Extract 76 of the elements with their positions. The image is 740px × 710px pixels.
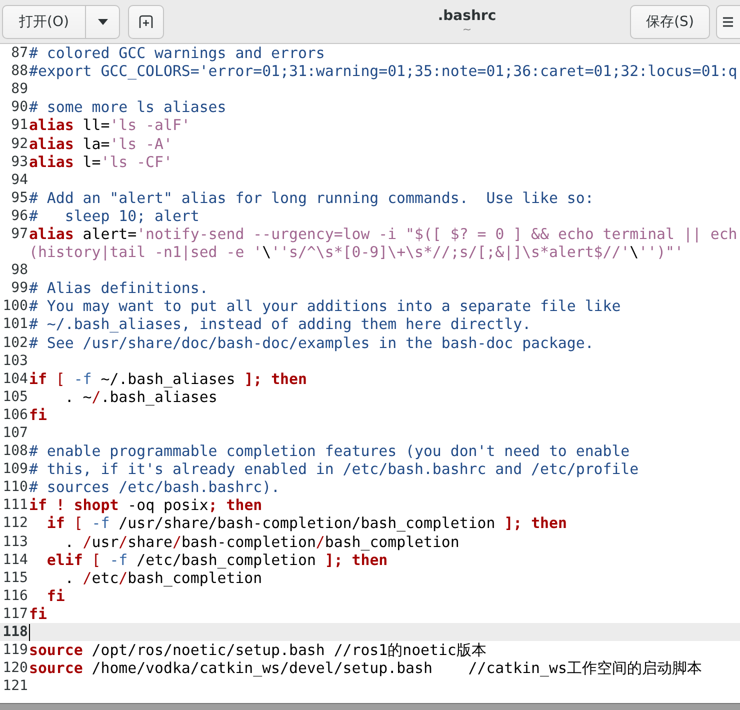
- line-number: 117: [2, 606, 28, 622]
- line-number: 97: [10, 226, 28, 242]
- line-number: 121: [2, 678, 28, 694]
- code-line: elif [ -f /etc/bash_completion ]; then: [46, 550, 388, 569]
- line-number: 100: [2, 298, 28, 314]
- line-number: 112: [2, 515, 28, 532]
- code-line: alias la='ls -A': [29, 134, 172, 153]
- line-number: 93: [10, 154, 28, 170]
- line-number: 95: [10, 190, 28, 206]
- line-number: 113: [2, 534, 28, 550]
- code-line: # Alias definitions.: [29, 279, 208, 298]
- line-number: 96: [10, 208, 28, 224]
- code-line: # sources /etc/bash.bashrc).: [29, 478, 280, 496]
- caret-icon: [98, 18, 108, 24]
- line-number: 87: [10, 45, 28, 62]
- menu-button[interactable]: [716, 4, 740, 38]
- line-number: 111: [2, 497, 28, 514]
- code-line: (history|tail -n1|sed -e '\''s/^\s*[0-9]\+\s*//;s/[;&|]\s*alert$//'\'')"': [29, 243, 684, 262]
- code-line: # sleep 10; alert: [29, 206, 200, 225]
- code-line: # colored GCC warnings and errors: [29, 44, 325, 62]
- code-line: # ~/.bash_aliases, instead of adding them here directly.: [29, 315, 532, 334]
- code-line: if [ -f ~/.bash_aliases ]; then: [29, 370, 307, 388]
- line-number: 92: [10, 136, 28, 152]
- code-line: source /opt/ros/noetic/setup.bash //ros1的noetic版本: [29, 640, 486, 660]
- dropdown-button[interactable]: [86, 4, 120, 38]
- code-line: # some more ls aliases: [29, 98, 226, 116]
- line-number: 108: [2, 443, 28, 460]
- line-number: 94: [10, 172, 28, 188]
- menu-icon: [723, 16, 733, 28]
- code-line: . /etc/bash_completion: [64, 568, 262, 587]
- code-line: alias l='ls -CF': [29, 152, 172, 171]
- save-button[interactable]: 保存(S): [630, 4, 710, 38]
- line-number: 107: [2, 425, 28, 442]
- line-number: 114: [2, 552, 28, 568]
- text-cursor: [29, 624, 30, 641]
- code-line: if ! shopt -oq posix; then: [29, 496, 262, 514]
- line-number: 103: [2, 352, 28, 369]
- code-line: fi: [29, 604, 47, 623]
- line-number: 99: [10, 280, 28, 296]
- code-line: # enable programmable completion features (you don't need to enable: [29, 442, 630, 460]
- line-number: 119: [2, 642, 28, 658]
- line-number: 98: [10, 262, 28, 278]
- line-number: 105: [2, 388, 28, 405]
- line-number: 104: [2, 370, 28, 387]
- window-subtitle: ~: [462, 24, 472, 36]
- code-line: . ~/.bash_aliases: [64, 388, 218, 406]
- code-line: alias alert='notify-send --urgency=low -i "$([ $? = 0 ] && echo terminal || ech: [29, 224, 738, 243]
- code-line: # You may want to put all your additions into a separate file like: [29, 297, 621, 316]
- line-number: 89: [10, 81, 28, 98]
- line-number: 109: [2, 461, 28, 478]
- code-line: . /usr/share/bash-completion/bash_completion: [64, 532, 460, 551]
- line-number: 118: [2, 624, 28, 640]
- window-title: .bashrc: [438, 8, 496, 24]
- code-line: if [ -f /usr/share/bash-completion/bash_completion ]; then: [46, 514, 567, 532]
- scrollbar[interactable]: [0, 703, 740, 710]
- line-number: 106: [2, 406, 28, 423]
- open-button[interactable]: 打开(O): [2, 4, 86, 38]
- new-tab-button[interactable]: [128, 4, 164, 38]
- line-number: 115: [2, 570, 28, 586]
- line-number: 120: [2, 660, 28, 676]
- code-line: source /home/vodka/catkin_ws/devel/setup.bash //catkin_ws工作空间的启动脚本: [29, 658, 702, 678]
- line-number: 90: [10, 99, 28, 116]
- code-line: fi: [29, 406, 47, 424]
- line-number: 101: [2, 316, 28, 332]
- code-line: # this, if it's already enabled in /etc/bash.bashrc and /etc/profile: [29, 460, 639, 478]
- line-number: 88: [10, 63, 28, 80]
- line-number: 91: [10, 117, 28, 134]
- code-line: fi: [46, 586, 65, 605]
- line-number: 110: [2, 479, 28, 496]
- code-line: # Add an "alert" alias for long running commands. Use like so:: [29, 188, 594, 207]
- line-number: 116: [2, 588, 28, 604]
- code-line: # See /usr/share/doc/bash-doc/examples in the bash-doc package.: [29, 334, 594, 352]
- code-line: alias ll='ls -alF': [29, 116, 190, 134]
- code-line: #export GCC_COLORS='error=01;31:warning=01;35:note=01;36:caret=01;32:locus=01:q: [29, 62, 738, 80]
- new-tab-icon: [139, 14, 153, 28]
- line-number: 102: [2, 334, 28, 351]
